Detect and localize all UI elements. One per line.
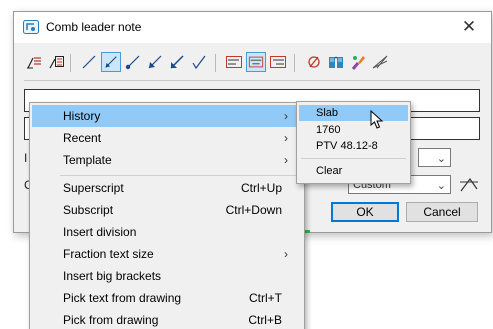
- chevron-right-icon: ›: [284, 247, 288, 261]
- pick-angle-icon[interactable]: [458, 175, 480, 193]
- history-item-1760[interactable]: 1760: [299, 122, 408, 138]
- menu-item-superscript[interactable]: Superscript Ctrl+Up: [32, 177, 302, 199]
- cancel-button[interactable]: Cancel: [406, 202, 478, 222]
- menu-item-recent[interactable]: Recent ›: [32, 127, 302, 149]
- line-arrow-bold-icon[interactable]: [167, 52, 187, 72]
- context-menu: History › Recent › Template › Superscrip…: [29, 102, 305, 329]
- leader-text-left-icon[interactable]: [24, 52, 44, 72]
- align-left-icon[interactable]: [224, 52, 244, 72]
- history-item-slab[interactable]: Slab: [299, 105, 408, 121]
- line-arrow-dot-icon[interactable]: [101, 52, 121, 72]
- menu-item-template[interactable]: Template ›: [32, 149, 302, 171]
- line-arrow-icon[interactable]: [145, 52, 165, 72]
- menu-item-pick-text-from-drawing[interactable]: Pick text from drawing Ctrl+T: [32, 287, 302, 309]
- history-item-clear[interactable]: Clear: [299, 163, 408, 179]
- history-submenu: Slab 1760 PTV 48.12-8 Clear: [296, 101, 411, 184]
- chevron-down-icon: ⌄: [436, 180, 446, 192]
- chevron-down-icon: ⌄: [436, 153, 446, 165]
- toolbar-separator: [70, 54, 71, 72]
- style-dropdown[interactable]: ⌄: [418, 148, 451, 167]
- title-bar: Comb leader note ✕: [14, 12, 491, 43]
- chevron-right-icon: ›: [284, 153, 288, 167]
- line-check-icon[interactable]: [189, 52, 209, 72]
- menu-item-pick-from-drawing[interactable]: Pick from drawing Ctrl+B: [32, 309, 302, 329]
- line-straight-icon[interactable]: [79, 52, 99, 72]
- chevron-right-icon: ›: [284, 109, 288, 123]
- toolbar: [24, 52, 480, 74]
- angle-tool-icon[interactable]: [370, 52, 390, 72]
- menu-item-fraction-text-size[interactable]: Fraction text size ›: [32, 243, 302, 265]
- menu-item-history[interactable]: History ›: [32, 105, 302, 127]
- app-icon: [23, 20, 39, 34]
- no-symbol-icon[interactable]: [304, 52, 324, 72]
- field-label-i: I: [24, 151, 28, 165]
- menu-item-insert-big-brackets[interactable]: Insert big brackets: [32, 265, 302, 287]
- close-button[interactable]: ✕: [447, 12, 491, 43]
- toolbar-divider: [24, 80, 480, 81]
- toolbar-separator: [294, 54, 295, 72]
- toolbar-separator: [215, 54, 216, 72]
- line-dot-icon[interactable]: [123, 52, 143, 72]
- align-right-icon[interactable]: [268, 52, 288, 72]
- mouse-cursor-icon: [370, 110, 384, 129]
- align-center-icon[interactable]: [246, 52, 266, 72]
- paint-brush-icon[interactable]: [348, 52, 368, 72]
- menu-item-subscript[interactable]: Subscript Ctrl+Down: [32, 199, 302, 221]
- submenu-separator: [301, 158, 406, 159]
- menu-separator: [60, 175, 298, 176]
- book-icon[interactable]: [326, 52, 346, 72]
- ok-button[interactable]: OK: [331, 202, 399, 222]
- menu-item-insert-division[interactable]: Insert division: [32, 221, 302, 243]
- leader-text-frame-icon[interactable]: [46, 52, 66, 72]
- window-title: Comb leader note: [46, 20, 142, 34]
- history-item-ptv[interactable]: PTV 48.12-8: [299, 138, 408, 154]
- chevron-right-icon: ›: [284, 131, 288, 145]
